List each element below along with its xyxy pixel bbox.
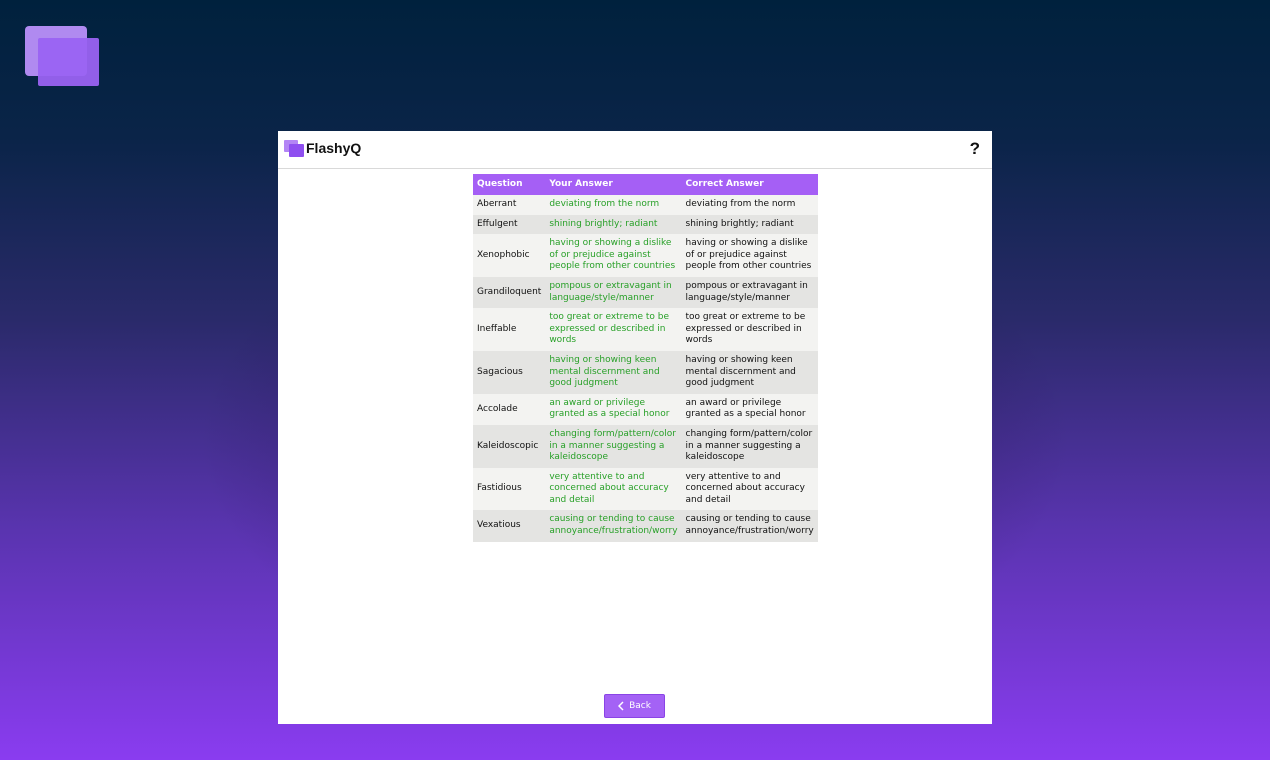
correct-answer-cell: pompous or extravagant in language/style…: [681, 276, 818, 309]
question-cell: Xenophobic: [473, 234, 546, 277]
question-cell: Grandiloquent: [473, 276, 546, 309]
table-row: Grandiloquent pompous or extravagant in …: [473, 276, 818, 309]
question-cell: Ineffable: [473, 308, 546, 351]
your-answer-cell: changing form/pattern/color in a manner …: [545, 424, 682, 468]
question-cell: Effulgent: [473, 214, 546, 235]
table-row: Xenophobic having or showing a dislike o…: [473, 234, 818, 277]
your-answer-cell: an award or privilege granted as a speci…: [545, 393, 682, 425]
question-cell: Aberrant: [473, 195, 546, 215]
your-answer-cell: causing or tending to cause annoyance/fr…: [545, 510, 682, 542]
header-correct-answer: Correct Answer: [681, 174, 818, 195]
correct-answer-cell: an award or privilege granted as a speci…: [681, 393, 818, 425]
your-answer-cell: too great or extreme to be expressed or …: [545, 308, 682, 351]
correct-answer-cell: having or showing keen mental discernmen…: [681, 350, 818, 394]
header-question: Question: [473, 174, 546, 195]
table-row: Accolade an award or privilege granted a…: [473, 393, 818, 425]
correct-answer-cell: shining brightly; radiant: [681, 214, 818, 235]
question-cell: Kaleidoscopic: [473, 424, 546, 468]
correct-answer-cell: too great or extreme to be expressed or …: [681, 308, 818, 351]
your-answer-cell: having or showing keen mental discernmen…: [545, 350, 682, 394]
results-table: Question Your Answer Correct Answer Aber…: [473, 174, 818, 542]
question-cell: Vexatious: [473, 510, 546, 542]
table-row: Sagacious having or showing keen mental …: [473, 350, 818, 394]
question-cell: Sagacious: [473, 350, 546, 394]
table-row: Fastidious very attentive to and concern…: [473, 467, 818, 511]
desktop-logo-icon: [25, 26, 99, 86]
table-row: Ineffable too great or extreme to be exp…: [473, 308, 818, 351]
question-cell: Fastidious: [473, 467, 546, 511]
chevron-left-icon: [618, 701, 624, 711]
table-row: Kaleidoscopic changing form/pattern/colo…: [473, 424, 818, 468]
app-logo-icon: [284, 140, 304, 157]
correct-answer-cell: very attentive to and concerned about ac…: [681, 467, 818, 511]
correct-answer-cell: deviating from the norm: [681, 195, 818, 215]
table-row: Vexatious causing or tending to cause an…: [473, 510, 818, 542]
your-answer-cell: having or showing a dislike of or prejud…: [545, 234, 682, 277]
back-button-label: Back: [629, 701, 651, 711]
table-row: Effulgent shining brightly; radiant shin…: [473, 214, 818, 235]
correct-answer-cell: having or showing a dislike of or prejud…: [681, 234, 818, 277]
table-header-row: Question Your Answer Correct Answer: [473, 174, 818, 195]
app-window: FlashyQ ? Question Your Answer Correct A…: [278, 131, 992, 724]
header-your-answer: Your Answer: [545, 174, 682, 195]
table-row: Aberrant deviating from the norm deviati…: [473, 195, 818, 215]
your-answer-cell: shining brightly; radiant: [545, 214, 682, 235]
app-title: FlashyQ: [306, 140, 362, 156]
help-button[interactable]: ?: [970, 139, 980, 159]
question-cell: Accolade: [473, 393, 546, 425]
your-answer-cell: pompous or extravagant in language/style…: [545, 276, 682, 309]
title-bar: FlashyQ ?: [278, 131, 992, 169]
your-answer-cell: very attentive to and concerned about ac…: [545, 467, 682, 511]
back-button[interactable]: Back: [604, 694, 665, 718]
correct-answer-cell: changing form/pattern/color in a manner …: [681, 424, 818, 468]
your-answer-cell: deviating from the norm: [545, 195, 682, 215]
correct-answer-cell: causing or tending to cause annoyance/fr…: [681, 510, 818, 542]
